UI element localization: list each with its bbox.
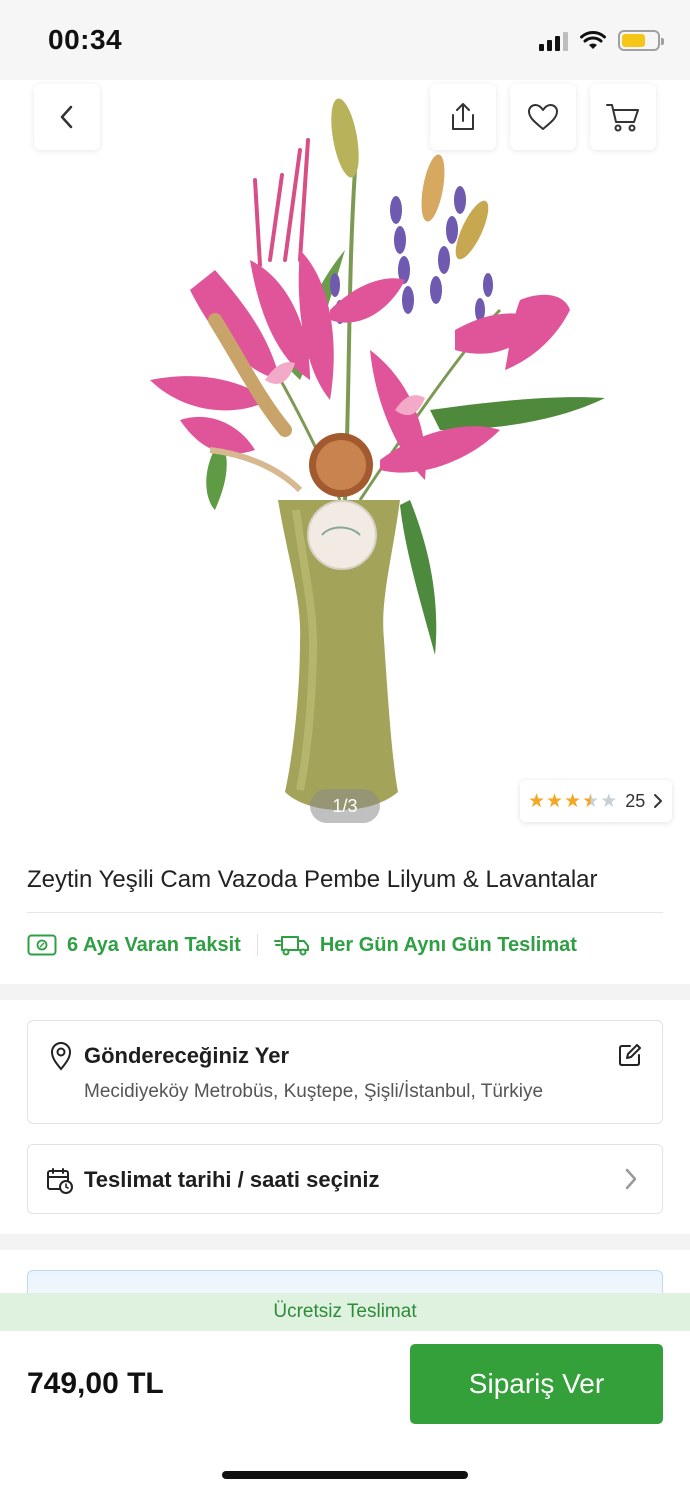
delivery-truck-icon — [273, 936, 309, 956]
star-empty-icon: ★ — [600, 790, 618, 812]
feature-row: 6 Aya Varan Taksit Her Gün Aynı Gün Tesl… — [27, 928, 577, 962]
section-divider — [0, 1234, 690, 1250]
chevron-right-icon — [654, 794, 663, 808]
bottom-bar: 749,00 TL Sipariş Ver — [0, 1331, 690, 1493]
star-half-icon: ★ — [582, 790, 600, 812]
address-label: Göndereceğiniz Yer — [84, 1043, 290, 1068]
installment-feature: 6 Aya Varan Taksit — [27, 934, 241, 957]
product-image — [150, 98, 605, 810]
cart-button[interactable] — [590, 84, 656, 150]
product-title: Zeytin Yeşili Cam Vazoda Pembe Lilyum & … — [27, 866, 598, 893]
status-bar: 00:34 — [0, 0, 690, 80]
delivery-date-selector[interactable]: Teslimat tarihi / saati seçiniz — [27, 1144, 663, 1214]
section-divider — [0, 984, 690, 1000]
edit-icon[interactable] — [618, 1043, 642, 1067]
payment-card-icon — [27, 934, 57, 956]
signal-icon — [539, 31, 568, 51]
status-time: 00:34 — [48, 24, 123, 55]
delivery-address-card[interactable]: Göndereceğiniz Yer Mecidiyeköy Metrobüs,… — [27, 1020, 663, 1124]
chevron-left-icon — [60, 105, 73, 129]
favorite-button[interactable] — [510, 84, 576, 150]
star-icon: ★ — [546, 790, 564, 812]
feature-label: Her Gün Aynı Gün Teslimat — [319, 933, 577, 956]
share-button[interactable] — [430, 84, 496, 150]
free-delivery-banner: Ücretsiz Teslimat — [0, 1293, 690, 1331]
date-label: Teslimat tarihi / saati seçiniz — [84, 1167, 380, 1192]
rating-count: 25 — [625, 790, 646, 811]
heart-icon — [528, 104, 558, 130]
chevron-right-icon — [625, 1168, 637, 1190]
star-icon: ★ — [528, 790, 546, 812]
share-icon — [452, 103, 474, 130]
image-counter: 1/3 — [310, 789, 380, 823]
wifi-icon — [580, 30, 606, 49]
back-button[interactable] — [34, 84, 100, 150]
battery-icon — [618, 30, 664, 51]
feature-label: 6 Aya Varan Taksit — [67, 933, 241, 956]
home-indicator[interactable] — [222, 1471, 468, 1479]
price: 749,00 TL — [27, 1367, 164, 1400]
calendar-clock-icon — [47, 1168, 73, 1194]
same-day-delivery-feature: Her Gün Aynı Gün Teslimat — [273, 933, 577, 957]
rating-chip[interactable]: ★ ★ ★ ★ ★ 25 — [520, 780, 672, 822]
feature-separator — [256, 934, 258, 956]
product-gallery[interactable]: 1/3 ★ ★ ★ ★ ★ 25 — [0, 80, 690, 835]
cart-icon — [606, 104, 639, 132]
address-value: Mecidiyeköy Metrobüs, Kuştepe, Şişli/İst… — [84, 1081, 544, 1102]
location-pin-icon — [50, 1042, 72, 1071]
status-icons — [539, 30, 664, 51]
order-button[interactable]: Sipariş Ver — [410, 1344, 663, 1424]
divider — [27, 912, 663, 913]
star-icon: ★ — [564, 790, 582, 812]
